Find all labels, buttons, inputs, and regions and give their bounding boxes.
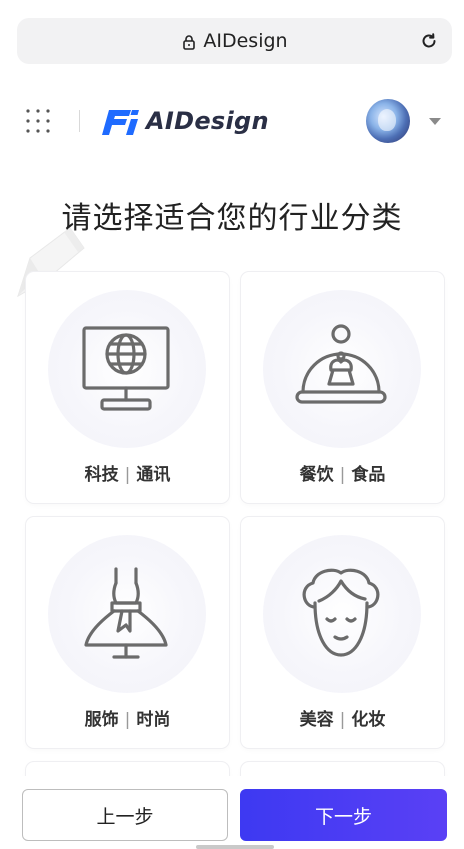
reload-icon[interactable] xyxy=(420,32,438,50)
previous-step-button[interactable]: 上一步 xyxy=(22,789,228,841)
lock-icon xyxy=(183,34,196,50)
category-label-secondary: 时尚 xyxy=(136,710,171,730)
category-card-beauty[interactable]: 美容 | 化妆 xyxy=(241,517,444,748)
monitor-globe-icon xyxy=(82,326,170,411)
category-label-primary: 科技 xyxy=(84,465,119,485)
category-label-secondary: 化妆 xyxy=(351,710,386,730)
category-label-primary: 美容 xyxy=(299,710,334,730)
category-label: 科技 | 通讯 xyxy=(26,460,229,485)
category-label-primary: 服饰 xyxy=(84,710,119,730)
category-label: 美容 | 化妆 xyxy=(241,705,444,730)
address-bar[interactable]: AIDesign xyxy=(17,18,452,64)
user-avatar[interactable] xyxy=(366,99,410,143)
chevron-down-icon[interactable] xyxy=(429,118,441,125)
app-page: AIDesign AIDesign 请选择适合您的行业分类 科技 | 通讯 餐饮… xyxy=(0,0,464,849)
site-header: AIDesign xyxy=(0,96,464,148)
home-indicator[interactable] xyxy=(196,845,274,849)
category-card-food[interactable]: 餐饮 | 食品 xyxy=(241,272,444,503)
address-bar-url: AIDesign xyxy=(203,30,288,52)
category-label: 餐饮 | 食品 xyxy=(241,460,444,485)
category-label-separator: | xyxy=(124,465,131,485)
category-label-primary: 餐饮 xyxy=(299,465,334,485)
category-label-separator: | xyxy=(124,710,131,730)
logo-text[interactable]: AIDesign xyxy=(146,107,269,135)
page-title: 请选择适合您的行业分类 xyxy=(61,201,403,236)
grid-dots-icon[interactable] xyxy=(25,108,51,134)
category-label: 服饰 | 时尚 xyxy=(26,705,229,730)
food-cloche-icon xyxy=(295,324,387,404)
next-step-button[interactable]: 下一步 xyxy=(240,789,447,841)
face-icon xyxy=(302,568,380,657)
category-label-separator: | xyxy=(339,465,346,485)
category-label-separator: | xyxy=(339,710,346,730)
bottom-action-bar: 上一步 下一步 xyxy=(0,776,464,849)
category-label-secondary: 食品 xyxy=(351,465,386,485)
category-card-fashion[interactable]: 服饰 | 时尚 xyxy=(26,517,229,748)
address-bar-content: AIDesign xyxy=(17,18,452,64)
category-label-secondary: 通讯 xyxy=(136,465,171,485)
header-divider xyxy=(79,110,80,132)
logo-icon[interactable] xyxy=(101,108,139,136)
category-card-tech[interactable]: 科技 | 通讯 xyxy=(26,272,229,503)
dress-icon xyxy=(84,567,168,659)
